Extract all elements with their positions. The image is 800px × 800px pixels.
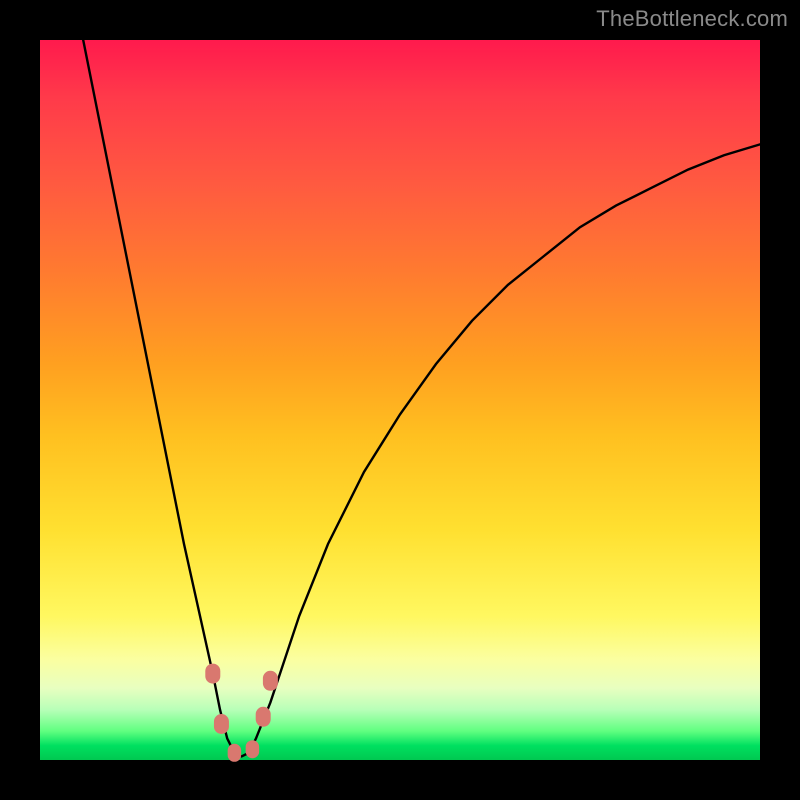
chart-svg <box>40 40 760 760</box>
bottom-marker-1 <box>228 744 242 762</box>
chart-container: TheBottleneck.com <box>0 0 800 800</box>
left-upper-marker <box>205 664 220 684</box>
bottom-marker-2 <box>246 740 260 758</box>
plot-area <box>40 40 760 760</box>
left-lower-marker <box>214 714 229 734</box>
watermark-label: TheBottleneck.com <box>596 6 788 32</box>
bottleneck-curve <box>83 40 760 756</box>
right-upper-marker <box>263 671 278 691</box>
curve-layer <box>83 40 760 756</box>
right-lower-marker <box>256 707 271 727</box>
marker-layer <box>205 664 278 762</box>
